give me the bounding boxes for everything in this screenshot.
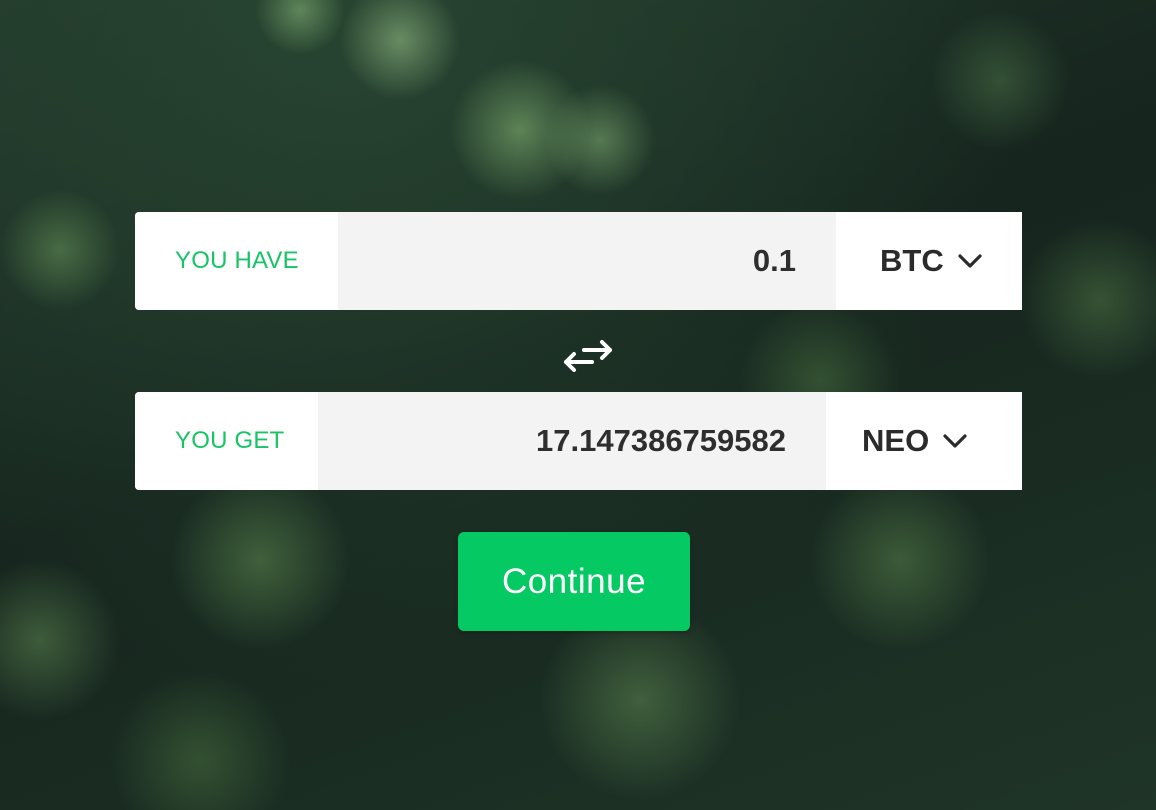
- you-get-label: YOU GET: [135, 392, 318, 490]
- you-have-amount-input[interactable]: [338, 212, 836, 310]
- you-have-label: YOU HAVE: [135, 212, 338, 310]
- swap-arrows-icon[interactable]: [562, 339, 614, 373]
- you-get-row: YOU GET NEO: [135, 392, 1022, 490]
- you-get-amount-input[interactable]: [318, 392, 826, 490]
- chevron-down-icon: [943, 434, 967, 448]
- continue-button[interactable]: Continue: [458, 532, 690, 631]
- chevron-down-icon: [958, 254, 982, 268]
- you-have-currency-label: BTC: [880, 243, 944, 278]
- you-get-currency-select[interactable]: NEO: [826, 392, 1022, 490]
- you-have-row: YOU HAVE BTC: [135, 212, 1022, 310]
- you-have-currency-select[interactable]: BTC: [836, 212, 1022, 310]
- you-get-currency-label: NEO: [862, 423, 930, 458]
